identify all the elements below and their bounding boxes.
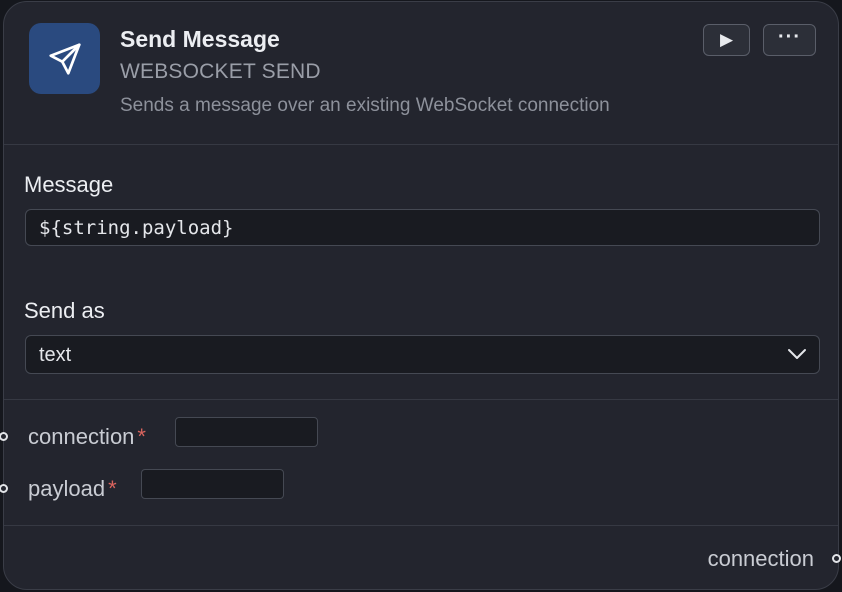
send-paper-plane-icon: [48, 42, 81, 75]
output-port-connection-handle[interactable]: [832, 554, 841, 563]
section-divider: [4, 399, 838, 400]
run-button[interactable]: ▶: [703, 24, 750, 56]
send-as-select[interactable]: text: [25, 335, 820, 374]
more-dots-icon: ···: [778, 25, 801, 48]
node-icon-tile: [29, 23, 100, 94]
node-title: Send Message: [120, 26, 280, 52]
required-marker: *: [137, 424, 146, 449]
message-label: Message: [24, 172, 114, 197]
message-input[interactable]: ${string.payload}: [25, 209, 820, 246]
message-input-value: ${string.payload}: [39, 217, 234, 239]
node-header: Send Message WEBSOCKET SEND Sends a mess…: [4, 2, 838, 145]
websocket-send-node[interactable]: Send Message WEBSOCKET SEND Sends a mess…: [0, 1, 841, 590]
send-as-label: Send as: [24, 298, 105, 323]
node-type-label: WEBSOCKET SEND: [120, 60, 321, 83]
section-divider: [4, 525, 838, 526]
output-port-connection-label: connection: [707, 546, 814, 571]
input-port-payload-label: payload *: [28, 476, 117, 501]
send-as-selected-value: text: [39, 344, 72, 366]
chevron-down-icon: [788, 349, 806, 359]
play-icon: ▶: [719, 30, 734, 49]
input-port-connection-label: connection *: [28, 424, 146, 449]
input-port-payload-handle[interactable]: [0, 484, 8, 493]
input-port-payload-field[interactable]: [141, 469, 284, 499]
required-marker: *: [108, 476, 117, 501]
input-port-connection-handle[interactable]: [0, 432, 8, 441]
more-options-button[interactable]: ···: [763, 24, 816, 56]
input-port-connection-field[interactable]: [175, 417, 318, 447]
node-description: Sends a message over an existing WebSock…: [120, 95, 610, 116]
